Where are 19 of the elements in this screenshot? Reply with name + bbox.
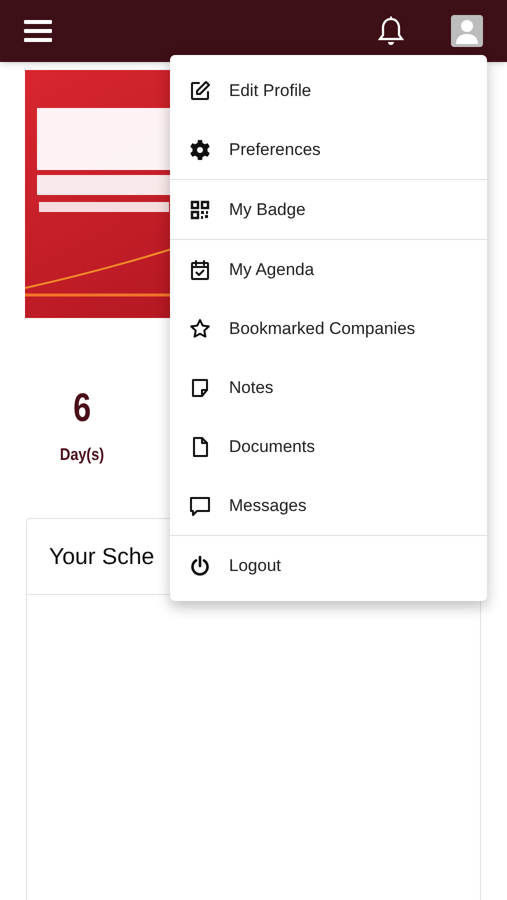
menu-item[interactable]: Logout [170, 536, 487, 595]
countdown-unit: Day(s) [60, 444, 104, 466]
star-icon [188, 316, 212, 340]
menu-item[interactable]: Documents [170, 417, 487, 476]
card-title: Your Sche [49, 542, 154, 571]
countdown-value: 6 [73, 388, 91, 428]
menu-item[interactable]: Edit Profile [170, 61, 487, 120]
menu-item[interactable]: My Agenda [170, 240, 487, 299]
menu-item[interactable]: Bookmarked Companies [170, 299, 487, 358]
bell-icon[interactable] [377, 16, 405, 46]
menu-item[interactable]: My Badge [170, 180, 487, 239]
calendar-check-icon [188, 258, 212, 282]
power-icon [188, 554, 212, 578]
menu-item[interactable]: Preferences [170, 120, 487, 179]
pencil-square-icon [188, 78, 212, 102]
menu-icon[interactable] [24, 19, 52, 43]
menu-item[interactable]: Notes [170, 358, 487, 417]
menu-item[interactable]: Messages [170, 476, 487, 535]
gear-icon [188, 138, 212, 162]
